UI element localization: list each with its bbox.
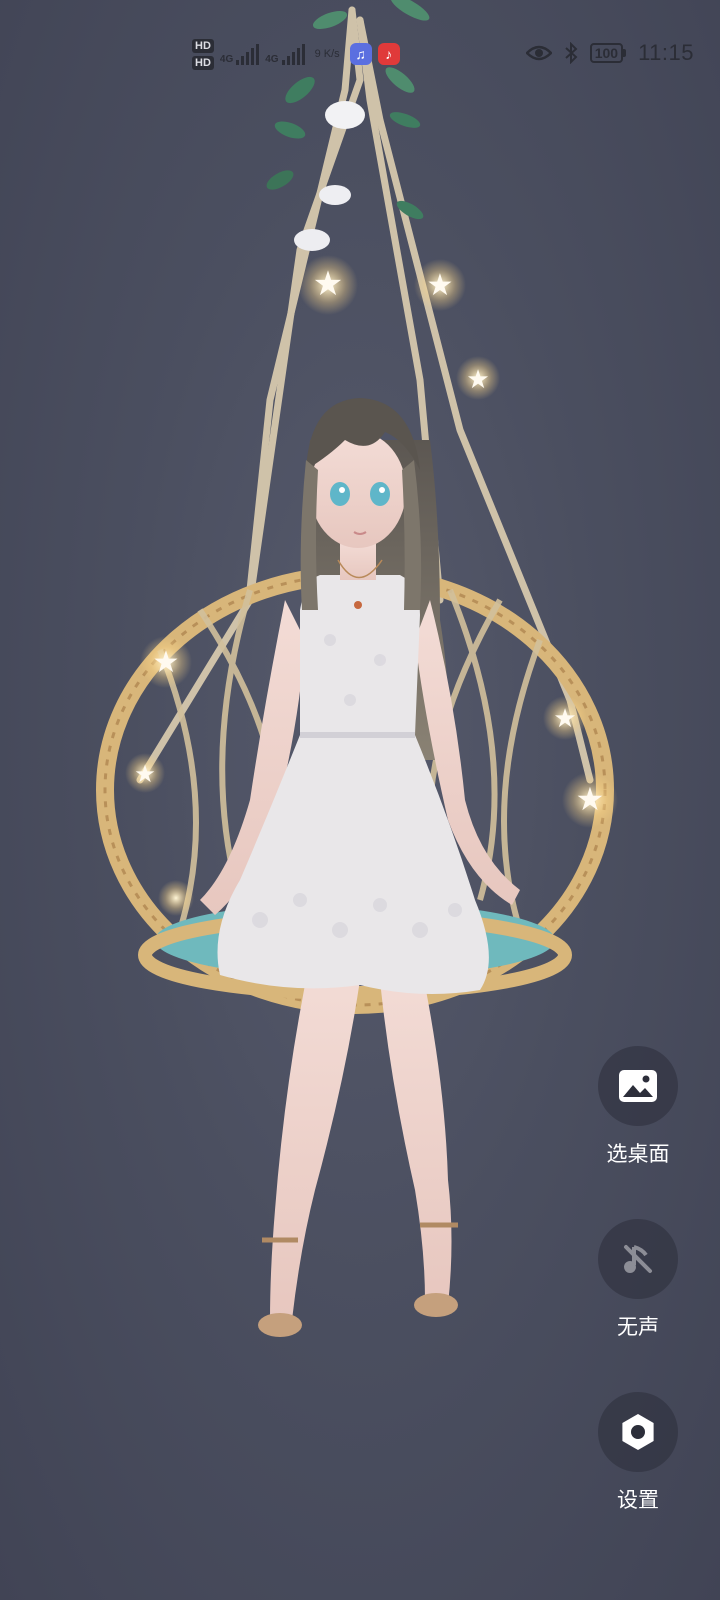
- signal-icon: 4G: [265, 43, 305, 65]
- network-type: 4G: [219, 53, 234, 65]
- mute-label: 无声: [617, 1316, 659, 1339]
- hd-badge: HD: [192, 55, 214, 70]
- wallpaper-scene: ★ ★ ★ ★ ★ ★ ★: [96, 0, 618, 1337]
- character: [200, 398, 520, 1337]
- svg-text:★: ★: [134, 761, 156, 788]
- clock: 11:15: [638, 40, 694, 65]
- svg-text:★: ★: [313, 265, 343, 303]
- svg-text:★: ★: [427, 269, 454, 302]
- signal-icon: 4G: [219, 43, 260, 65]
- network-type: 4G: [265, 53, 279, 65]
- eye-icon: [525, 45, 552, 61]
- status-bar: HD HD 4G 4G 9 K/s ♫ ♪ 100 11:15: [0, 0, 720, 108]
- svg-text:★: ★: [553, 703, 576, 733]
- gear-icon: [622, 1414, 654, 1450]
- battery-level: 100: [589, 43, 624, 63]
- mute-circle[interactable]: [598, 1219, 678, 1299]
- svg-text:★: ★: [576, 781, 605, 817]
- bluetooth-icon: [565, 42, 578, 64]
- music-app-icon: ♫: [349, 43, 372, 65]
- settings-circle[interactable]: [598, 1392, 678, 1472]
- choose-wallpaper-button[interactable]: 选桌面: [588, 1046, 688, 1168]
- hd-badge: HD: [192, 38, 214, 53]
- status-left: HD HD 4G 4G 9 K/s ♫ ♪: [192, 32, 400, 76]
- image-icon: [619, 1070, 657, 1102]
- netease-music-icon: ♪: [377, 43, 400, 65]
- status-right: 100 11:15: [525, 38, 694, 68]
- settings-label: 设置: [617, 1489, 659, 1512]
- settings-button[interactable]: 设置: [588, 1392, 688, 1514]
- battery-icon: 100: [589, 43, 627, 63]
- choose-wallpaper-label: 选桌面: [606, 1143, 670, 1166]
- svg-text:★: ★: [153, 646, 180, 679]
- choose-wallpaper-circle[interactable]: [598, 1046, 678, 1126]
- svg-text:★: ★: [466, 364, 489, 394]
- music-off-icon: [624, 1245, 652, 1273]
- mute-button[interactable]: 无声: [588, 1219, 688, 1341]
- net-speed: 9 K/s: [314, 47, 340, 60]
